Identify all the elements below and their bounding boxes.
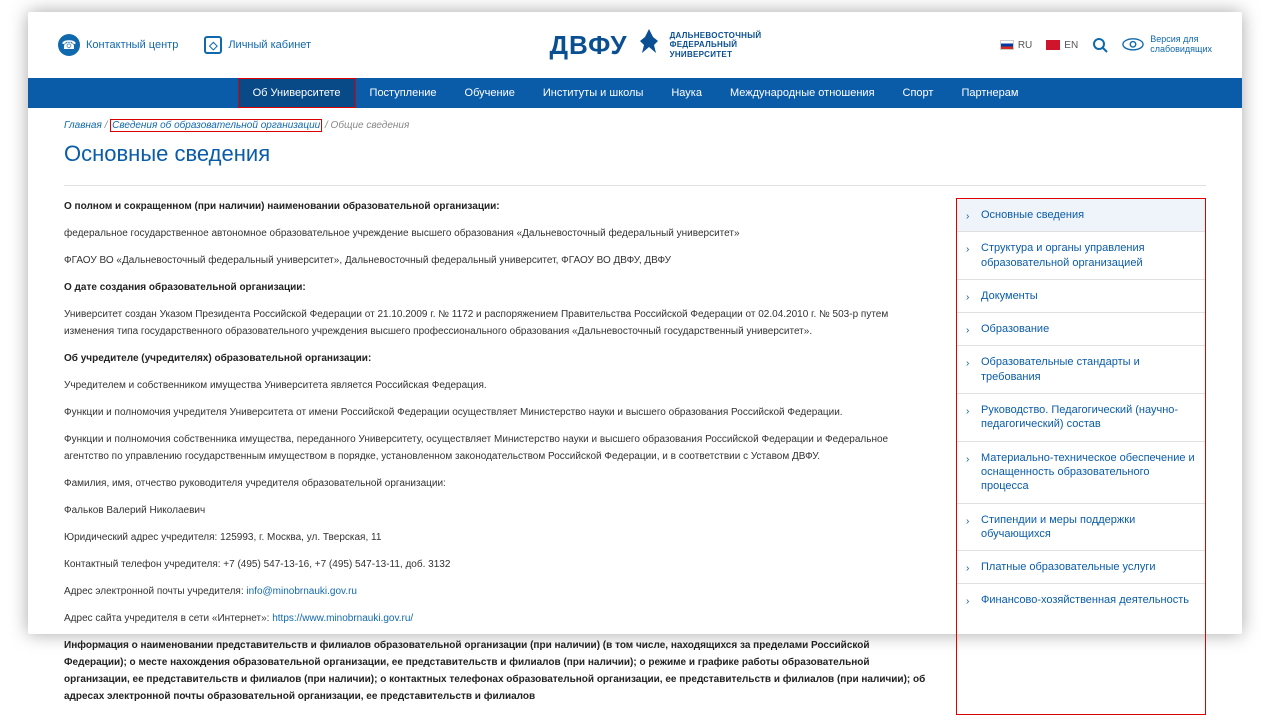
- breadcrumb-home[interactable]: Главная: [64, 120, 102, 131]
- breadcrumb-mid[interactable]: Сведения об образовательной организации: [110, 119, 322, 132]
- main-content: О полном и сокращенном (при наличии) наи…: [64, 198, 932, 715]
- logo[interactable]: ДВФУ ДАЛЬНЕВОСТОЧНЫЙ ФЕДЕРАЛЬНЫЙ УНИВЕРС…: [550, 27, 762, 63]
- breadcrumb-current: Общие сведения: [331, 120, 410, 131]
- chevron-right-icon: ›: [966, 243, 969, 256]
- sidebar: ›Основные сведения›Структура и органы уп…: [956, 198, 1206, 715]
- sidebar-item-1[interactable]: ›Структура и органы управления образоват…: [957, 232, 1205, 280]
- nav-item-5[interactable]: Международные отношения: [716, 78, 889, 108]
- contact-center-label: Контактный центр: [86, 39, 178, 51]
- sidebar-item-5[interactable]: ›Руководство. Педагогический (научно-пед…: [957, 394, 1205, 442]
- email-link[interactable]: info@minobrnauki.gov.ru: [246, 586, 357, 597]
- personal-cabinet-link[interactable]: ◇ Личный кабинет: [204, 36, 311, 54]
- nav-item-4[interactable]: Наука: [657, 78, 716, 108]
- eye-icon: [1122, 37, 1144, 53]
- chevron-right-icon: ›: [966, 324, 969, 337]
- sidebar-item-9[interactable]: ›Финансово-хозяйственная деятельность: [957, 584, 1205, 616]
- logo-subtitle-2: ФЕДЕРАЛЬНЫЙ: [670, 40, 762, 50]
- nav-item-2[interactable]: Обучение: [451, 78, 529, 108]
- flag-en-icon: [1046, 40, 1060, 50]
- nav-item-6[interactable]: Спорт: [889, 78, 948, 108]
- chevron-right-icon: ›: [966, 291, 969, 304]
- chevron-right-icon: ›: [966, 595, 969, 608]
- chevron-right-icon: ›: [966, 453, 969, 466]
- nav-item-1[interactable]: Поступление: [356, 78, 451, 108]
- chevron-right-icon: ›: [966, 405, 969, 418]
- sidebar-item-2[interactable]: ›Документы: [957, 280, 1205, 313]
- lang-ru[interactable]: RU: [1000, 40, 1032, 51]
- personal-cabinet-label: Личный кабинет: [228, 39, 311, 51]
- user-icon: ◇: [204, 36, 222, 54]
- sidebar-item-3[interactable]: ›Образование: [957, 313, 1205, 346]
- sidebar-item-6[interactable]: ›Материально-техническое обеспечение и о…: [957, 442, 1205, 504]
- chevron-right-icon: ›: [966, 357, 969, 370]
- sidebar-item-8[interactable]: ›Платные образовательные услуги: [957, 551, 1205, 584]
- logo-text: ДВФУ: [550, 30, 628, 61]
- navbar: Об УниверситетеПоступлениеОбучениеИнстит…: [28, 78, 1242, 108]
- firebird-icon: [636, 27, 662, 63]
- sidebar-item-0[interactable]: ›Основные сведения: [957, 199, 1205, 232]
- search-icon[interactable]: [1092, 37, 1108, 53]
- contact-center-link[interactable]: ☎ Контактный центр: [58, 34, 178, 56]
- flag-ru-icon: [1000, 40, 1014, 50]
- topbar: ☎ Контактный центр ◇ Личный кабинет ДВФУ…: [28, 12, 1242, 78]
- nav-item-0[interactable]: Об Университете: [238, 78, 356, 108]
- page-title: Основные сведения: [64, 141, 1206, 167]
- sidebar-item-7[interactable]: ›Стипендии и меры поддержки обучающихся: [957, 504, 1205, 552]
- headset-icon: ☎: [58, 34, 80, 56]
- accessibility-link[interactable]: Версия дляслабовидящих: [1122, 35, 1212, 55]
- sidebar-item-4[interactable]: ›Образовательные стандарты и требования: [957, 346, 1205, 394]
- chevron-right-icon: ›: [966, 562, 969, 575]
- logo-subtitle-1: ДАЛЬНЕВОСТОЧНЫЙ: [670, 31, 762, 41]
- lang-en[interactable]: EN: [1046, 40, 1078, 51]
- logo-subtitle-3: УНИВЕРСИТЕТ: [670, 50, 762, 60]
- nav-item-3[interactable]: Институты и школы: [529, 78, 658, 108]
- site-link[interactable]: https://www.minobrnauki.gov.ru/: [272, 613, 413, 624]
- nav-item-7[interactable]: Партнерам: [947, 78, 1032, 108]
- chevron-right-icon: ›: [966, 210, 969, 223]
- breadcrumb: Главная / Сведения об образовательной ор…: [64, 120, 1206, 131]
- chevron-right-icon: ›: [966, 515, 969, 528]
